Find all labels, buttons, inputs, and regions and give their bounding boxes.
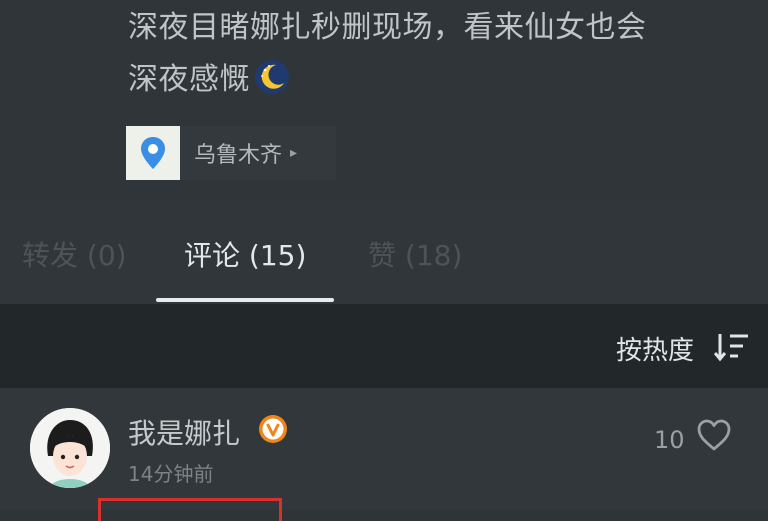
location-label: 乌鲁木齐 [194,143,283,168]
post-text-line1: 深夜目睹娜扎秒删现场，看来仙女也会 [128,10,647,45]
location-tag[interactable]: 乌鲁木齐 ▸ [126,126,336,180]
tab-bar: 转发 (0) 评论 (15) 赞 (18) [0,200,768,304]
avatar[interactable] [30,408,110,488]
tab-likes[interactable]: 赞 (18) [368,234,462,274]
tab-comments[interactable]: 评论 (15) [184,234,306,274]
post-text: 深夜目睹娜扎秒删现场，看来仙女也会 深夜感慨 [128,2,748,106]
comment-timestamp: 14分钟前 [128,462,214,486]
sort-bar: 按热度 [0,304,768,388]
active-tab-indicator [156,298,334,302]
tab-reposts[interactable]: 转发 (0) [22,234,127,274]
heart-outline-icon[interactable] [696,418,732,452]
verified-badge-icon [259,415,287,443]
avatar-illustration [30,408,110,488]
comment-item: 我是娜扎 14分钟前 10 [0,388,768,510]
post-content: 深夜目睹娜扎秒删现场，看来仙女也会 深夜感慨 乌鲁木齐 ▸ [0,0,768,200]
comment-username[interactable]: 我是娜扎 [128,412,240,452]
post-text-line2: 深夜感慨 [128,62,250,97]
crescent-moon-icon [255,60,289,94]
sort-by-popularity-button[interactable]: 按热度 [616,330,694,367]
like-count: 10 [654,426,685,454]
chevron-right-icon: ▸ [290,145,298,161]
map-thumbnail [126,126,180,180]
map-pin-icon [141,137,165,169]
sort-icon[interactable] [714,332,750,362]
